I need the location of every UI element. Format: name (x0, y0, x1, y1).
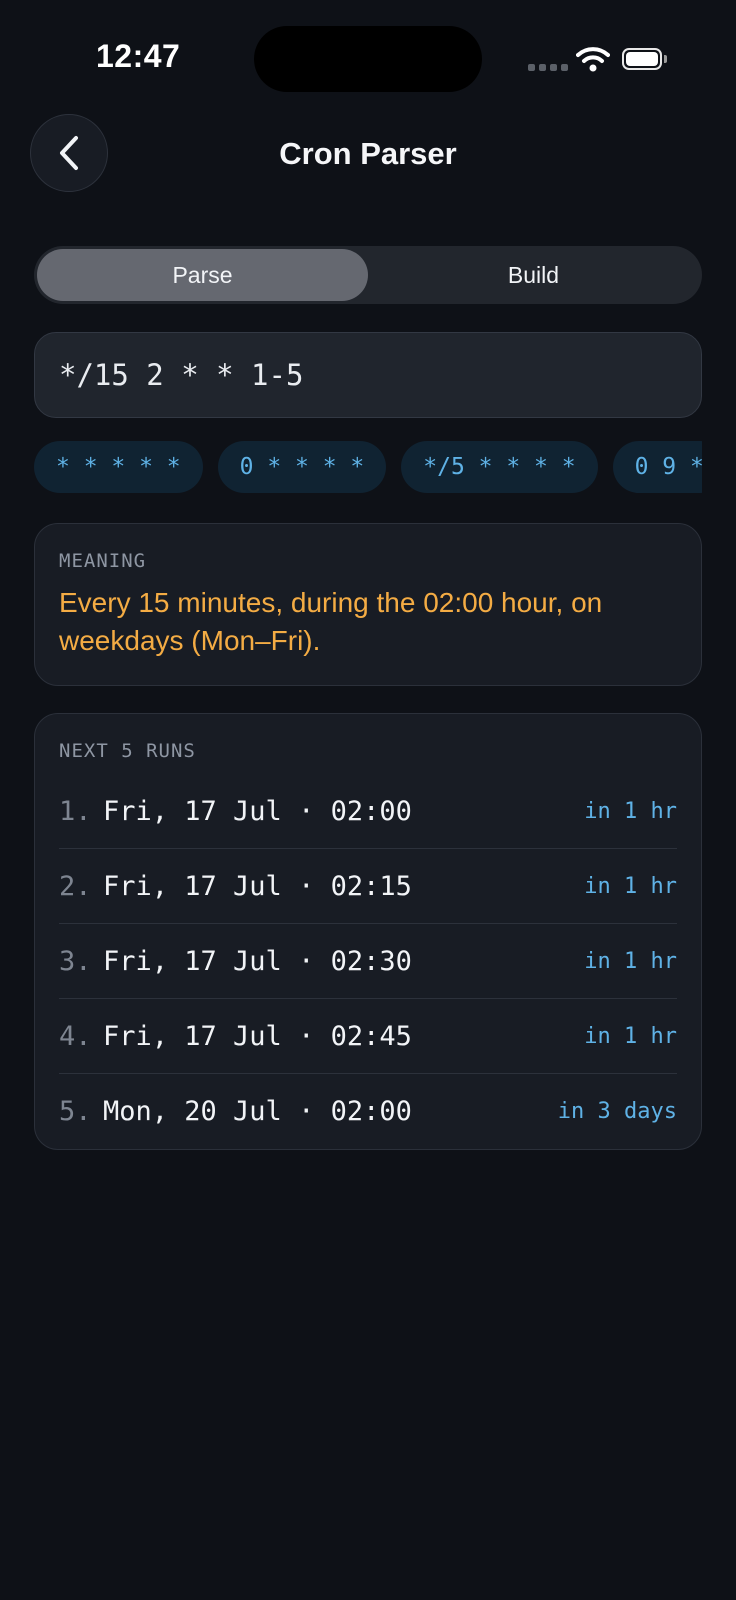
tab-parse[interactable]: Parse (37, 249, 368, 301)
run-datetime: Mon, 20 Jul · 02:00 (103, 1096, 412, 1127)
dynamic-island (254, 26, 482, 92)
battery-icon (622, 48, 662, 70)
run-row: 2. Fri, 17 Jul · 02:15 in 1 hr (59, 849, 677, 924)
page-title: Cron Parser (279, 136, 457, 171)
run-datetime: Fri, 17 Jul · 02:30 (103, 945, 412, 977)
tab-build[interactable]: Build (368, 249, 699, 301)
cron-expression-input[interactable]: */15 2 * * 1-5 (34, 332, 702, 418)
run-number: 5. (59, 1096, 92, 1127)
run-datetime: Fri, 17 Jul · 02:00 (103, 795, 412, 827)
run-row: 3. Fri, 17 Jul · 02:30 in 1 hr (59, 924, 677, 999)
run-relative: in 3 days (557, 1099, 677, 1124)
run-datetime: Fri, 17 Jul · 02:45 (103, 1020, 412, 1052)
preset-chip[interactable]: 0 9 * (612, 441, 702, 493)
status-bar: 12:47 (0, 0, 736, 120)
preset-chips: * * * * * 0 * * * * */5 * * * * 0 9 * (34, 441, 702, 493)
run-number: 1. (59, 795, 92, 827)
run-relative: in 1 hr (584, 798, 677, 824)
battery-cap (664, 55, 667, 63)
run-row: 5. Mon, 20 Jul · 02:00 in 3 days (59, 1074, 677, 1149)
runs-list: 1. Fri, 17 Jul · 02:00 in 1 hr 2. Fri, 1… (59, 774, 677, 1149)
run-datetime: Fri, 17 Jul · 02:15 (103, 870, 412, 902)
meaning-text: Every 15 minutes, during the 02:00 hour,… (59, 587, 603, 656)
run-relative: in 1 hr (584, 948, 677, 974)
wifi-icon (576, 47, 610, 72)
mode-segmented-control: Parse Build (34, 246, 702, 304)
cellular-signal-icon (528, 64, 568, 71)
run-relative: in 1 hr (584, 873, 677, 899)
run-row: 4. Fri, 17 Jul · 02:45 in 1 hr (59, 999, 677, 1074)
run-number: 3. (59, 945, 92, 977)
next-runs-card: NEXT 5 RUNS 1. Fri, 17 Jul · 02:00 in 1 … (34, 713, 702, 1150)
status-time: 12:47 (96, 38, 181, 74)
run-relative: in 1 hr (584, 1023, 677, 1049)
run-row: 1. Fri, 17 Jul · 02:00 in 1 hr (59, 774, 677, 849)
meaning-card: MEANING Every 15 minutes, during the 02:… (34, 523, 702, 686)
preset-chip[interactable]: 0 * * * * (217, 441, 387, 493)
run-number: 4. (59, 1020, 92, 1052)
preset-chip[interactable]: */5 * * * * (401, 441, 598, 493)
preset-chip[interactable]: * * * * * (34, 441, 203, 493)
meaning-label: MEANING (59, 550, 147, 572)
run-number: 2. (59, 870, 92, 902)
next-runs-label: NEXT 5 RUNS (59, 740, 196, 762)
